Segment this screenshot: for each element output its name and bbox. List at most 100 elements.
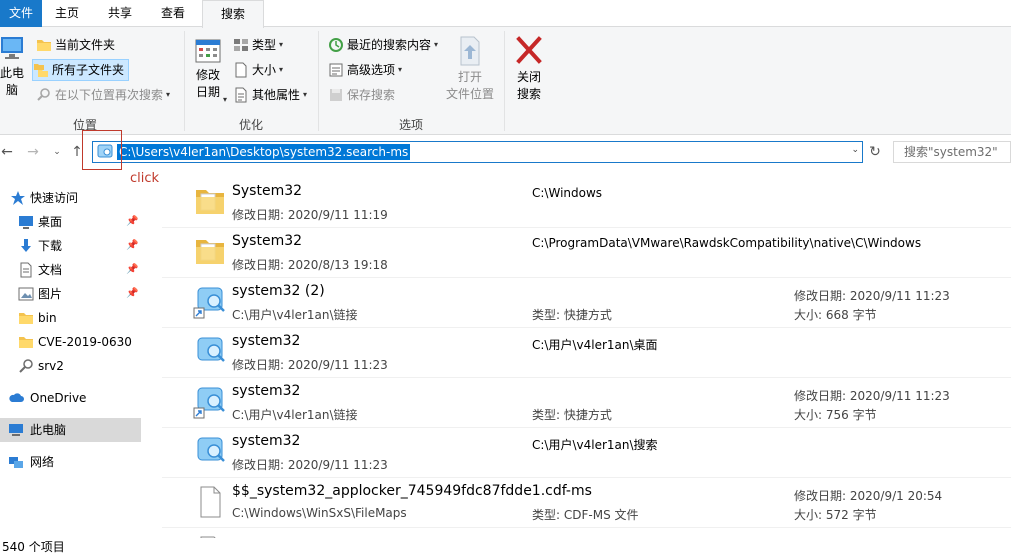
recent-locations-chevron-icon[interactable]: ⌄	[52, 142, 62, 162]
chevron-down-icon[interactable]: ⌄	[851, 145, 859, 155]
pin-icon[interactable]: 📌	[126, 258, 138, 282]
chevron-down-icon: ▾	[398, 65, 403, 74]
folder-icon	[196, 240, 224, 264]
file-icon	[200, 486, 221, 518]
list-item[interactable]	[162, 528, 1011, 538]
all-subfolders-button[interactable]: 所有子文件夹	[32, 59, 130, 81]
current-folder-button[interactable]: 当前文件夹	[36, 34, 115, 56]
back-arrow-icon[interactable]: ←	[0, 142, 14, 162]
search-shortcut-icon	[193, 287, 225, 319]
chevron-down-icon: ▾	[279, 40, 284, 49]
chevron-down-icon: ▾	[166, 90, 171, 99]
chevron-down-icon: ▾	[434, 40, 439, 49]
navigation-pane: 快速访问 桌面 📌 下载 📌 文档 📌 图片 📌 bin CVE-2019-06…	[0, 178, 141, 538]
all-subfolders-label: 所有子文件夹	[52, 63, 125, 77]
search-again-label: 在以下位置再次搜索	[55, 88, 164, 102]
file-type: 类型: 快捷方式	[532, 408, 612, 422]
open-location-icon	[460, 36, 480, 66]
save-search-label: 保存搜索	[347, 88, 396, 102]
list-item[interactable]: $$_system32_applocker_745949fdc87fdde1.c…	[162, 478, 1011, 528]
recent-searches-button[interactable]: 最近的搜索内容 ▾	[328, 34, 438, 56]
tab-view[interactable]: 查看	[147, 0, 199, 27]
close-search-button[interactable]: 关闭 搜索	[510, 35, 548, 103]
size-button[interactable]: 大小 ▾	[233, 59, 283, 81]
chevron-down-icon: ▾	[223, 95, 228, 104]
sidebar-item-label: bin	[38, 311, 57, 325]
file-size: 大小: 668 字节	[794, 308, 877, 322]
ribbon-divider	[318, 31, 319, 131]
kind-label: 类型	[252, 38, 277, 52]
sidebar-item-label: 快速访问	[30, 191, 79, 205]
sidebar-item-bin[interactable]: bin	[0, 306, 141, 330]
sidebar-item-pictures[interactable]: 图片 📌	[0, 282, 141, 306]
this-pc-button[interactable]: 此电 脑	[0, 35, 24, 99]
pin-icon[interactable]: 📌	[126, 234, 138, 258]
advanced-options-icon	[329, 63, 343, 77]
folder-icon	[37, 40, 51, 51]
sidebar-item-srv2[interactable]: srv2	[0, 354, 141, 378]
list-item[interactable]: system32 C:\用户\v4ler1an\链接 类型: 快捷方式 修改日期…	[162, 378, 1011, 428]
sidebar-item-desktop[interactable]: 桌面 📌	[0, 210, 141, 234]
click-annotation-label: click	[130, 171, 160, 186]
file-date: 修改日期: 2020/9/11 11:23	[794, 389, 950, 403]
pin-icon[interactable]: 📌	[126, 282, 138, 306]
sidebar-item-quick-access[interactable]: 快速访问	[0, 186, 141, 210]
kind-button[interactable]: 类型 ▾	[233, 34, 283, 56]
search-input[interactable]: 搜索"system32"	[893, 141, 1011, 163]
desktop-icon	[19, 216, 33, 229]
sidebar-item-label: CVE-2019-0630	[38, 335, 132, 349]
recent-searches-label: 最近的搜索内容	[347, 38, 432, 52]
file-name: system32	[232, 433, 301, 449]
kind-icon	[234, 39, 248, 51]
folder-icon	[19, 337, 33, 348]
open-location-label: 打开 文件位置	[445, 70, 494, 101]
other-properties-label: 其他属性	[252, 88, 301, 102]
size-label: 大小	[252, 63, 277, 77]
other-properties-button[interactable]: 其他属性 ▾	[233, 84, 307, 106]
address-bar[interactable]: C:\Users\v4ler1an\Desktop\system32.searc…	[92, 141, 863, 163]
computer-icon	[9, 424, 23, 436]
save-search-button[interactable]: 保存搜索	[328, 84, 395, 106]
open-location-button[interactable]: 打开 文件位置	[444, 35, 496, 103]
sidebar-item-this-pc[interactable]: 此电脑	[0, 418, 141, 442]
sidebar-item-label: 图片	[38, 287, 63, 301]
computer-icon	[1, 37, 23, 59]
chevron-down-icon: ▾	[303, 90, 308, 99]
list-item[interactable]: System32 修改日期: 2020/9/11 11:19 C:\Window…	[162, 178, 1011, 228]
sidebar-item-downloads[interactable]: 下载 📌	[0, 234, 141, 258]
advanced-options-button[interactable]: 高级选项 ▾	[328, 59, 402, 81]
download-icon	[21, 239, 31, 252]
folder-icon	[19, 313, 33, 324]
file-name: $$_system32_applocker_745949fdc87fdde1.c…	[232, 483, 592, 499]
sidebar-item-cve-2019-0630[interactable]: CVE-2019-0630	[0, 330, 141, 354]
tab-file[interactable]: 文件	[0, 0, 42, 27]
tab-home[interactable]: 主页	[42, 0, 92, 27]
tab-share[interactable]: 共享	[95, 0, 145, 27]
file-name: System32	[232, 233, 303, 249]
group-label-options: 选项	[398, 118, 423, 132]
search-again-button[interactable]: 在以下位置再次搜索 ▾	[36, 84, 170, 106]
list-item[interactable]: system32 (2) C:\用户\v4ler1an\链接 类型: 快捷方式 …	[162, 278, 1011, 328]
picture-icon	[18, 287, 34, 301]
list-item[interactable]: system32 修改日期: 2020/9/11 11:23 C:\用户\v4l…	[162, 328, 1011, 378]
list-item[interactable]: System32 修改日期: 2020/8/13 19:18 C:\Progra…	[162, 228, 1011, 278]
item-count: 540 个项目	[2, 540, 65, 554]
tab-search[interactable]: 搜索	[202, 0, 264, 28]
close-search-label: 关闭 搜索	[516, 70, 541, 101]
star-icon	[11, 191, 25, 205]
file-date: 修改日期: 2020/9/11 11:23	[794, 289, 950, 303]
sidebar-item-documents[interactable]: 文档 📌	[0, 258, 141, 282]
folder-icon	[196, 190, 224, 214]
sidebar-item-network[interactable]: 网络	[0, 450, 141, 474]
list-item[interactable]: system32 修改日期: 2020/9/11 11:23 C:\用户\v4l…	[162, 428, 1011, 478]
sidebar-item-onedrive[interactable]: OneDrive	[0, 386, 141, 410]
pin-icon[interactable]: 📌	[126, 210, 138, 234]
ribbon: 此电 脑 当前文件夹 所有子文件夹 在以下位置再次搜索 ▾ 位置 修改 日期 ▾…	[0, 27, 1011, 135]
refresh-icon[interactable]: ↻	[866, 142, 884, 162]
file-subtext: 修改日期: 2020/9/11 11:23	[232, 358, 388, 372]
date-modified-button[interactable]: 修改 日期 ▾	[190, 37, 227, 104]
forward-arrow-icon[interactable]: →	[26, 142, 40, 162]
file-subtext: 修改日期: 2020/8/13 19:18	[232, 258, 388, 272]
calendar-icon	[195, 39, 221, 63]
file-name: system32 (2)	[232, 283, 325, 299]
